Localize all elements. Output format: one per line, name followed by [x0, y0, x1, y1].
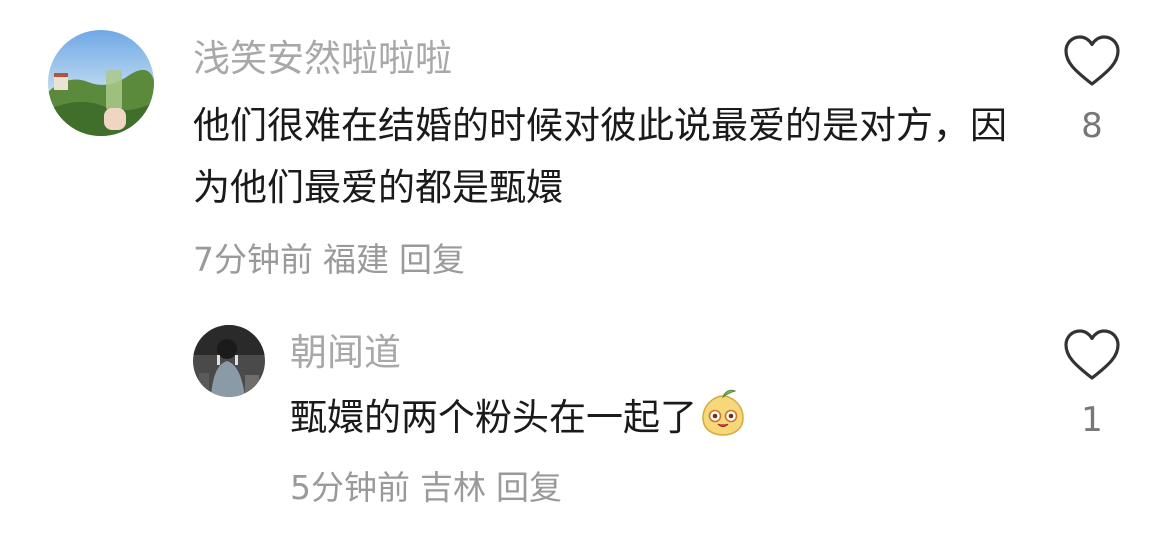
like-button[interactable] — [1062, 32, 1122, 92]
avatar-image — [48, 30, 154, 136]
avatar[interactable] — [193, 325, 265, 397]
comment-text: 甄嬛的两个粉头在一起了 — [290, 386, 1030, 449]
avatar-image — [193, 325, 265, 397]
avatar[interactable] — [48, 30, 154, 136]
comment-text: 他们很难在结婚的时候对彼此说最爱的是对方，因为他们最爱的都是甄嬛 — [193, 104, 1007, 209]
comment-time: 5分钟前 — [290, 468, 410, 507]
comment-text-content: 甄嬛的两个粉头在一起了 — [290, 396, 697, 439]
username[interactable]: 朝闻道 — [290, 330, 401, 376]
reply-button[interactable]: 回复 — [399, 240, 465, 279]
comment-time: 7分钟前 — [193, 240, 313, 279]
comment-meta: 5分钟前 吉林 回复 — [290, 468, 572, 508]
smiling-peach-emoji — [702, 389, 744, 436]
comment-item: 浅笑安然啦啦啦 他们很难在结婚的时候对彼此说最爱的是对方，因为他们最爱的都是甄嬛… — [0, 0, 1170, 290]
comment-location: 福建 — [323, 240, 389, 279]
username[interactable]: 浅笑安然啦啦啦 — [193, 36, 452, 82]
like-button[interactable] — [1062, 326, 1122, 386]
reply-item: 朝闻道 甄嬛的两个粉头在一起了 5分钟前 吉林 回复 1 — [0, 300, 1170, 542]
like-count: 1 — [1081, 400, 1103, 440]
like-count: 8 — [1081, 106, 1103, 146]
comment-location: 吉林 — [420, 468, 486, 507]
comment-meta: 7分钟前 福建 回复 — [193, 240, 475, 280]
reply-button[interactable]: 回复 — [496, 468, 562, 507]
heart-outline-icon — [1064, 329, 1120, 380]
heart-outline-icon — [1064, 35, 1120, 86]
